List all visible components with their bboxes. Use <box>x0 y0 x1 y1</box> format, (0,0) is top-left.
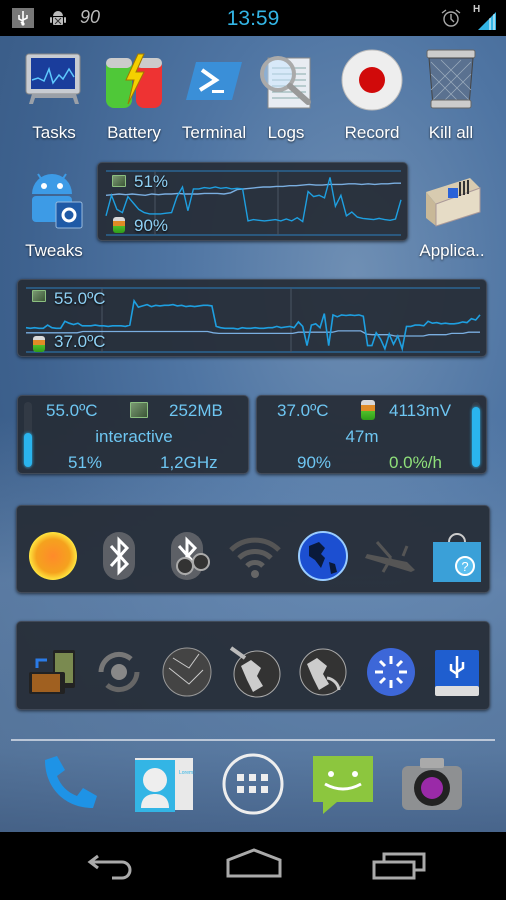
cpu-chip-icon <box>130 402 148 418</box>
toggle-bar-1: ? <box>16 505 490 593</box>
contacts-card-text: Lorem ipsum <box>179 770 195 776</box>
record-icon <box>341 49 403 111</box>
cpu-load: 51% <box>68 453 103 472</box>
battery-level-label: 90% <box>134 216 169 235</box>
alarm-icon <box>441 9 461 27</box>
battery-icon <box>113 217 125 233</box>
shortcut-label: Terminal <box>181 123 247 142</box>
battery-level: 90% <box>297 453 332 472</box>
battery-rate: 0.0%/h <box>389 453 442 472</box>
cpu-usage-label: 51% <box>134 172 169 191</box>
back-icon[interactable] <box>80 846 140 886</box>
battery-charge-icon <box>106 53 162 108</box>
shortcut-tweaks[interactable]: Tweaks <box>13 166 95 261</box>
battery-temperature: 37.0ºC <box>277 401 329 420</box>
battery-level-bar <box>472 406 480 467</box>
signal-icon <box>478 12 496 30</box>
battery-info-widget[interactable]: 37.0ºC 4113mV 47m 90% 0.0%/h <box>256 395 487 474</box>
battery-icon <box>361 400 375 420</box>
status-bar: 90 13:59 H <box>0 0 506 36</box>
dock-divider <box>11 739 495 741</box>
toggle-bar-2 <box>16 621 490 710</box>
navigation-bar <box>0 832 506 900</box>
sync-icon[interactable] <box>91 644 147 700</box>
battery-time: 47m <box>345 427 379 446</box>
shortcut-label: Tweaks <box>25 241 83 260</box>
globe-icon[interactable] <box>295 528 351 584</box>
shortcut-battery[interactable]: Battery <box>93 48 175 143</box>
trash-can-icon <box>426 49 476 109</box>
bluetooth-binoculars-icon[interactable] <box>159 528 215 584</box>
shortcut-label: Logs <box>267 123 305 142</box>
spinner-icon[interactable] <box>363 644 419 700</box>
wifi-icon[interactable] <box>227 528 283 584</box>
tasks-monitor-icon <box>25 53 81 104</box>
messaging-icon[interactable] <box>311 752 375 816</box>
market-bag-icon[interactable]: ? <box>429 528 485 584</box>
shortcut-terminal[interactable]: Terminal <box>173 48 255 143</box>
cpu-chip-icon <box>112 175 126 187</box>
battery-icon <box>33 336 45 352</box>
svg-text:?: ? <box>461 559 468 574</box>
battery-voltage: 4113mV <box>389 401 452 420</box>
sun-icon[interactable] <box>25 528 81 584</box>
memory-usage: 252MB <box>169 401 223 420</box>
bluetooth-icon[interactable] <box>91 528 147 584</box>
phone-icon[interactable] <box>39 752 103 816</box>
cpu-governor: interactive <box>95 427 173 446</box>
cpu-battery-graph-widget[interactable]: 51% 90% <box>97 162 408 241</box>
cpu-temperature: 55.0ºC <box>46 401 98 420</box>
cpu-info-widget[interactable]: 55.0ºC 252MB interactive 51% 1,2GHz <box>17 395 249 474</box>
cpu-frequency: 1,2GHz <box>160 453 218 472</box>
shortcut-logs[interactable]: Logs <box>245 48 327 143</box>
rotate-phones-icon[interactable] <box>25 644 81 700</box>
battery-temp-label: 37.0ºC <box>54 332 106 351</box>
shortcut-record[interactable]: Record <box>331 48 413 143</box>
app-drawer-icon[interactable] <box>221 752 285 816</box>
temperature-graph-widget[interactable]: 55.0ºC 37.0ºC <box>17 279 487 357</box>
hotspot-globe-icon[interactable] <box>295 644 351 700</box>
terminal-icon <box>186 62 242 100</box>
shortcut-kill-all[interactable]: Kill all <box>410 48 492 143</box>
contacts-icon[interactable]: Lorem ipsum <box>131 752 195 816</box>
airplane-icon[interactable] <box>363 528 419 584</box>
usb-drive-icon[interactable] <box>429 644 485 700</box>
cpu-chip-icon <box>32 290 46 302</box>
shortcut-tasks[interactable]: Tasks <box>13 48 95 143</box>
recent-apps-icon[interactable] <box>370 846 430 886</box>
satellite-globe-icon[interactable] <box>227 644 283 700</box>
network-globe-icon[interactable] <box>159 644 215 700</box>
home-icon[interactable] <box>224 846 284 886</box>
logs-magnifier-icon <box>260 56 311 109</box>
toolbox-icon <box>426 178 481 227</box>
clock: 13:59 <box>226 7 280 30</box>
shortcut-label: Applica.. <box>419 241 485 260</box>
shortcut-applications[interactable]: Applica.. <box>411 166 493 261</box>
shortcut-label: Record <box>344 123 400 142</box>
shortcut-label: Battery <box>107 123 161 142</box>
android-tweaks-icon <box>32 173 83 229</box>
shortcut-label: Tasks <box>32 123 76 142</box>
camera-icon[interactable] <box>400 752 464 816</box>
shortcut-label: Kill all <box>428 123 474 142</box>
cpu-temp-label: 55.0ºC <box>54 289 106 308</box>
